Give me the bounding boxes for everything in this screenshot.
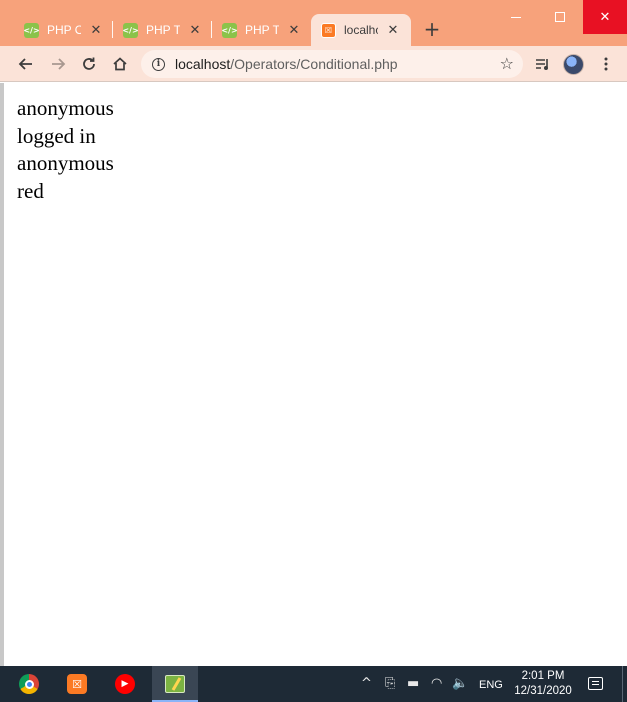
taskbar-xampp[interactable]: ☒ xyxy=(65,672,89,696)
close-icon: ✕ xyxy=(599,9,611,25)
tab-title: localhc xyxy=(344,23,378,37)
url-host: localhost xyxy=(175,56,231,72)
xampp-icon: ☒ xyxy=(321,22,336,38)
chrome-icon xyxy=(19,674,39,694)
forward-button[interactable] xyxy=(46,52,70,76)
taskbar-notepad[interactable] xyxy=(163,672,187,696)
php-icon: </> xyxy=(221,22,238,38)
home-icon xyxy=(113,57,127,71)
battery-icon[interactable]: ▬ xyxy=(407,676,419,691)
tab-title: PHP Tr xyxy=(245,23,279,37)
address-bar[interactable]: i localhost/Operators/Conditional.php ☆ xyxy=(141,50,523,78)
notepad-icon xyxy=(165,675,185,693)
system-clock[interactable]: 2:01 PM 12/31/2020 xyxy=(508,669,578,699)
page-output: anonymous logged in anonymous red xyxy=(17,95,114,205)
bookmark-star-icon[interactable]: ☆ xyxy=(500,54,514,73)
clock-date: 12/31/2020 xyxy=(514,685,572,697)
tab-close-icon[interactable]: ✕ xyxy=(386,23,400,38)
clock-time: 2:01 PM xyxy=(521,670,565,682)
output-line: anonymous xyxy=(17,96,114,120)
close-window-button[interactable]: ✕ xyxy=(583,0,627,34)
maximize-icon xyxy=(555,12,565,22)
taskbar-chrome[interactable] xyxy=(17,672,41,696)
tab-strip: </> PHP O ✕ </> PHP Tr ✕ </> PHP Tr ✕ ☒ … xyxy=(0,0,627,46)
home-button[interactable] xyxy=(108,52,132,76)
minimize-icon xyxy=(511,16,521,18)
tab-title: PHP Tr xyxy=(146,23,180,37)
browser-toolbar: i localhost/Operators/Conditional.php ☆ xyxy=(0,46,627,82)
tab-close-icon[interactable]: ✕ xyxy=(287,23,301,38)
tab-php-tr-1[interactable]: </> PHP Tr ✕ xyxy=(113,14,202,46)
info-icon[interactable]: i xyxy=(152,57,165,71)
back-button[interactable] xyxy=(14,52,38,76)
kebab-menu-icon xyxy=(604,57,608,71)
reload-icon xyxy=(83,57,95,70)
usb-icon[interactable]: ⎘ xyxy=(385,676,395,691)
php-icon: </> xyxy=(122,22,139,38)
media-control-button[interactable] xyxy=(531,52,555,76)
show-desktop-button[interactable] xyxy=(622,666,623,702)
new-tab-button[interactable]: + xyxy=(421,16,443,42)
tab-close-icon[interactable]: ✕ xyxy=(89,23,103,38)
profile-avatar[interactable] xyxy=(563,54,584,75)
address-url[interactable]: localhost/Operators/Conditional.php xyxy=(175,56,398,72)
reload-button[interactable] xyxy=(77,52,101,76)
xampp-icon: ☒ xyxy=(67,674,87,694)
minimize-button[interactable] xyxy=(494,0,538,34)
language-indicator[interactable]: ENG xyxy=(479,679,503,691)
arrow-right-icon xyxy=(52,58,66,70)
output-line: red xyxy=(17,178,44,203)
tab-localhost[interactable]: ☒ localhc ✕ xyxy=(311,14,411,46)
playlist-icon xyxy=(536,59,548,70)
tab-title: PHP O xyxy=(47,23,81,37)
php-icon: </> xyxy=(23,22,40,38)
menu-button[interactable] xyxy=(594,52,618,76)
maximize-button[interactable] xyxy=(538,0,582,34)
output-line: anonymous xyxy=(17,151,114,175)
tab-php-tr-2[interactable]: </> PHP Tr ✕ xyxy=(212,14,301,46)
tab-close-icon[interactable]: ✕ xyxy=(188,23,202,38)
arrow-left-icon xyxy=(18,58,32,70)
url-path: /Operators/Conditional.php xyxy=(230,56,398,72)
taskbar-youtube-music[interactable]: ▶ xyxy=(113,672,137,696)
youtube-music-icon: ▶ xyxy=(115,674,135,694)
notification-icon[interactable] xyxy=(588,677,603,690)
taskbar-active-app[interactable] xyxy=(152,666,198,702)
chevron-up-icon[interactable]: ^ xyxy=(361,676,372,691)
volume-icon[interactable]: 🔈 xyxy=(452,676,468,691)
windows-taskbar: ☒ ▶ ^ ⎘ ▬ ◠ 🔈 ENG 2:01 PM 12/31/2020 xyxy=(0,666,627,702)
wifi-icon[interactable]: ◠ xyxy=(431,676,442,691)
page-viewport: anonymous logged in anonymous red xyxy=(0,83,627,666)
tab-php-operators[interactable]: </> PHP O ✕ xyxy=(14,14,103,46)
output-line: logged in xyxy=(17,123,96,148)
